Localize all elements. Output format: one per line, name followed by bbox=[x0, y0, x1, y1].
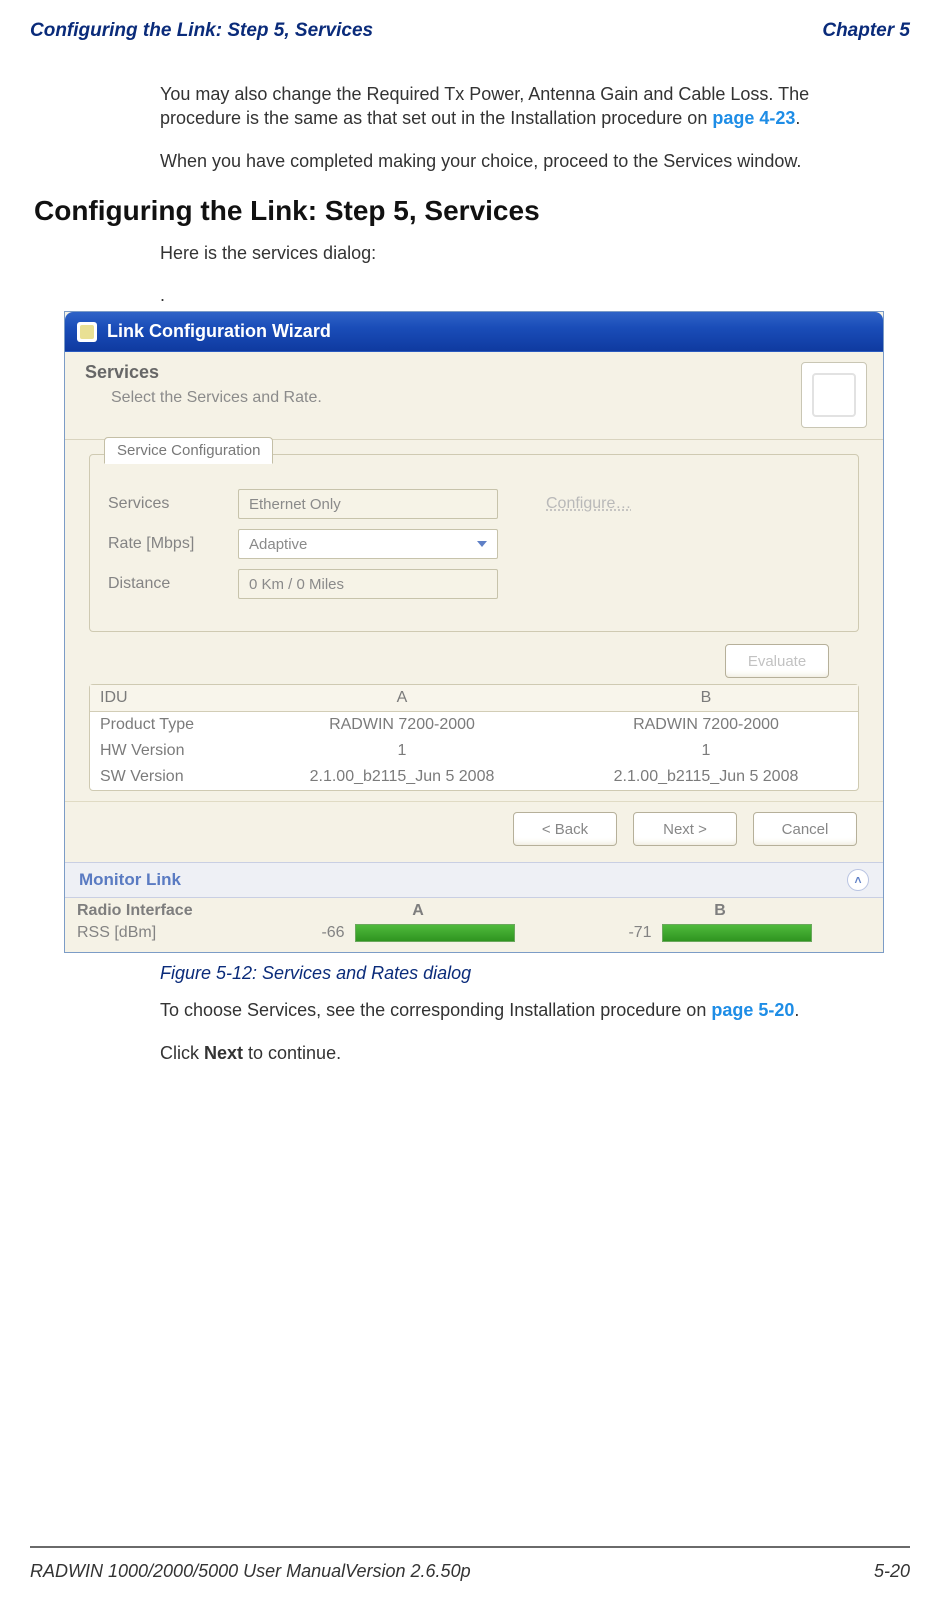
header-left: Configuring the Link: Step 5, Services bbox=[30, 20, 373, 42]
back-button[interactable]: < Back bbox=[513, 812, 617, 846]
distance-field: 0 Km / 0 Miles bbox=[238, 569, 498, 599]
distance-label: Distance bbox=[108, 575, 238, 593]
idu-row-label: SW Version bbox=[90, 764, 250, 790]
footer-rule bbox=[30, 1546, 910, 1548]
post2-b: to continue. bbox=[243, 1043, 341, 1063]
app-icon bbox=[77, 322, 97, 342]
monitor-link-label: Monitor Link bbox=[79, 870, 181, 890]
footer-right: 5-20 bbox=[874, 1561, 910, 1582]
idu-table: IDU A B Product Type RADWIN 7200-2000 RA… bbox=[89, 684, 859, 791]
rss-a-value: -66 bbox=[321, 924, 344, 942]
chevron-down-icon bbox=[477, 541, 487, 547]
wizard-button-row: < Back Next > Cancel bbox=[65, 801, 883, 862]
rss-b-value: -71 bbox=[628, 924, 651, 942]
idu-head-a: A bbox=[250, 685, 554, 711]
lead-in: Here is the services dialog: bbox=[160, 241, 888, 265]
footer: RADWIN 1000/2000/5000 User ManualVersion… bbox=[30, 1561, 910, 1582]
services-field: Ethernet Only bbox=[238, 489, 498, 519]
distance-value: 0 Km / 0 Miles bbox=[249, 576, 344, 593]
services-value: Ethernet Only bbox=[249, 496, 341, 513]
idu-head-b: B bbox=[554, 685, 858, 711]
intro-text-b: . bbox=[795, 108, 800, 128]
rate-label: Rate [Mbps] bbox=[108, 535, 238, 553]
wizard-logo bbox=[801, 362, 867, 428]
radio-col-a: A bbox=[267, 902, 569, 920]
idu-row-a: 2.1.00_b2115_Jun 5 2008 bbox=[250, 764, 554, 790]
header-right: Chapter 5 bbox=[822, 20, 910, 42]
footer-left: RADWIN 1000/2000/5000 User ManualVersion… bbox=[30, 1561, 471, 1582]
idu-row-b: 2.1.00_b2115_Jun 5 2008 bbox=[554, 764, 858, 790]
post1-a: To choose Services, see the correspondin… bbox=[160, 1000, 711, 1020]
idu-row-label: HW Version bbox=[90, 738, 250, 764]
post2-bold: Next bbox=[204, 1043, 243, 1063]
rss-a-bar bbox=[355, 924, 515, 942]
idu-row-b: 1 bbox=[554, 738, 858, 764]
configure-link[interactable]: Configure… bbox=[546, 495, 631, 513]
rate-value: Adaptive bbox=[249, 536, 307, 553]
service-config-group: Service Configuration Services Ethernet … bbox=[89, 454, 859, 632]
window-title: Link Configuration Wizard bbox=[107, 321, 331, 342]
post1-b: . bbox=[794, 1000, 799, 1020]
radio-interface-label: Radio Interface bbox=[77, 902, 267, 920]
wizard-step-title: Services bbox=[85, 362, 322, 383]
section-heading: Configuring the Link: Step 5, Services bbox=[34, 195, 910, 227]
wizard-body: Service Configuration Services Ethernet … bbox=[65, 440, 883, 801]
idu-head-label: IDU bbox=[90, 685, 250, 711]
wizard-step-sub: Select the Services and Rate. bbox=[111, 389, 322, 407]
collapse-icon[interactable]: ˄ bbox=[847, 869, 869, 891]
table-row: Product Type RADWIN 7200-2000 RADWIN 720… bbox=[90, 712, 858, 738]
rss-b-bar bbox=[662, 924, 812, 942]
service-config-tab[interactable]: Service Configuration bbox=[104, 437, 273, 464]
titlebar: Link Configuration Wizard bbox=[65, 312, 883, 352]
monitor-link-bar[interactable]: Monitor Link ˄ bbox=[65, 862, 883, 898]
table-row: HW Version 1 1 bbox=[90, 738, 858, 764]
table-row: SW Version 2.1.00_b2115_Jun 5 2008 2.1.0… bbox=[90, 764, 858, 790]
cancel-button[interactable]: Cancel bbox=[753, 812, 857, 846]
wizard-header: Services Select the Services and Rate. bbox=[65, 352, 883, 440]
rate-dropdown[interactable]: Adaptive bbox=[238, 529, 498, 559]
page-5-20-link[interactable]: page 5-20 bbox=[711, 1000, 794, 1020]
intro-para-2: When you have completed making your choi… bbox=[160, 149, 888, 173]
post2-a: Click bbox=[160, 1043, 204, 1063]
rss-row: RSS [dBm] -66 -71 bbox=[65, 922, 883, 952]
post-para-1: To choose Services, see the correspondin… bbox=[160, 998, 888, 1022]
idu-row-label: Product Type bbox=[90, 712, 250, 738]
idu-row-a: 1 bbox=[250, 738, 554, 764]
rss-label: RSS [dBm] bbox=[77, 924, 267, 942]
services-label: Services bbox=[108, 495, 238, 513]
evaluate-button[interactable]: Evaluate bbox=[725, 644, 829, 678]
radio-col-b: B bbox=[569, 902, 871, 920]
idu-row-a: RADWIN 7200-2000 bbox=[250, 712, 554, 738]
wizard-figure: Link Configuration Wizard Services Selec… bbox=[64, 311, 890, 953]
wizard-window: Link Configuration Wizard Services Selec… bbox=[64, 311, 884, 953]
intro-para-1: You may also change the Required Tx Powe… bbox=[160, 82, 888, 131]
figure-caption: Figure 5-12: Services and Rates dialog bbox=[160, 963, 910, 984]
idu-row-b: RADWIN 7200-2000 bbox=[554, 712, 858, 738]
page-4-23-link[interactable]: page 4-23 bbox=[712, 108, 795, 128]
running-header: Configuring the Link: Step 5, Services C… bbox=[30, 20, 910, 42]
post-para-2: Click Next to continue. bbox=[160, 1041, 888, 1065]
dot: . bbox=[160, 283, 888, 307]
next-button[interactable]: Next > bbox=[633, 812, 737, 846]
radio-header: Radio Interface A B bbox=[65, 898, 883, 922]
